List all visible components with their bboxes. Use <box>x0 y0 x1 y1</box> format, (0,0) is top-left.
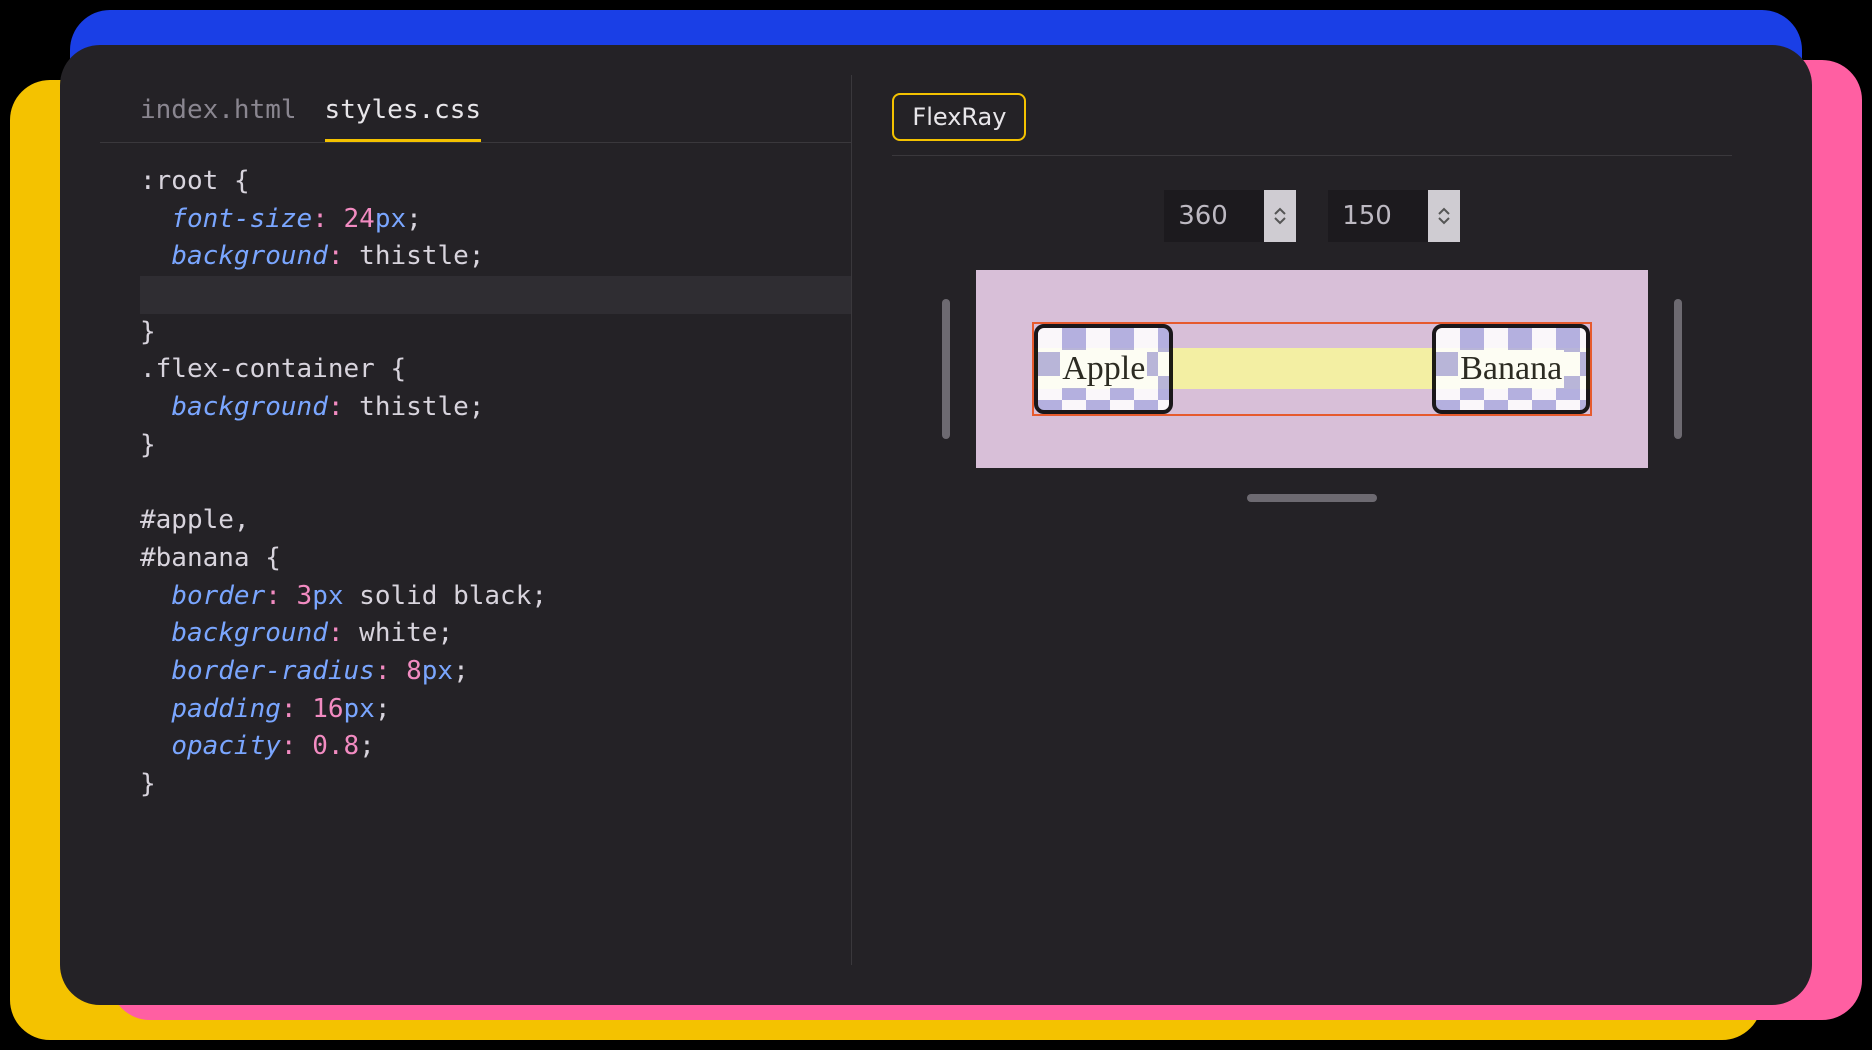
resize-handle-right[interactable] <box>1674 299 1682 439</box>
width-input-wrap <box>1164 190 1296 242</box>
editor-tabs: index.html styles.css <box>100 75 851 143</box>
app-window: index.html styles.css :root { font-size:… <box>60 45 1812 1005</box>
item-label: Banana <box>1458 350 1564 388</box>
sel-banana: #banana <box>140 543 250 573</box>
item-label: Apple <box>1060 350 1147 388</box>
preview-stage-wrap: Apple Banana <box>892 270 1732 502</box>
code-editor-panel: index.html styles.css :root { font-size:… <box>100 75 852 965</box>
flex-item-banana: Banana <box>1432 324 1590 414</box>
sel-flex-container: .flex-container <box>140 354 375 384</box>
preview-panel: FlexRay <box>852 75 1772 965</box>
flex-item-apple: Apple <box>1034 324 1173 414</box>
height-input[interactable] <box>1328 190 1428 242</box>
chevron-down-icon <box>1438 217 1450 225</box>
cursor-line <box>140 276 851 314</box>
tab-index-html[interactable]: index.html <box>140 95 297 142</box>
width-stepper[interactable] <box>1264 190 1296 242</box>
code-area[interactable]: :root { font-size: 24px; background: thi… <box>100 143 851 804</box>
dimension-controls <box>892 156 1732 270</box>
preview-stage: Apple Banana <box>976 270 1648 468</box>
sel-apple: #apple <box>140 505 234 535</box>
sel-root: :root <box>140 166 218 196</box>
width-input[interactable] <box>1164 190 1264 242</box>
chevron-down-icon <box>1274 217 1286 225</box>
chevron-up-icon <box>1438 207 1450 215</box>
flexray-button[interactable]: FlexRay <box>892 93 1026 141</box>
preview-toolbar: FlexRay <box>892 75 1732 156</box>
resize-handle-left[interactable] <box>942 299 950 439</box>
flex-container-overlay: Apple Banana <box>1032 322 1592 416</box>
height-input-wrap <box>1328 190 1460 242</box>
chevron-up-icon <box>1274 207 1286 215</box>
resize-handle-bottom[interactable] <box>1247 494 1377 502</box>
tab-styles-css[interactable]: styles.css <box>325 95 482 142</box>
height-stepper[interactable] <box>1428 190 1460 242</box>
